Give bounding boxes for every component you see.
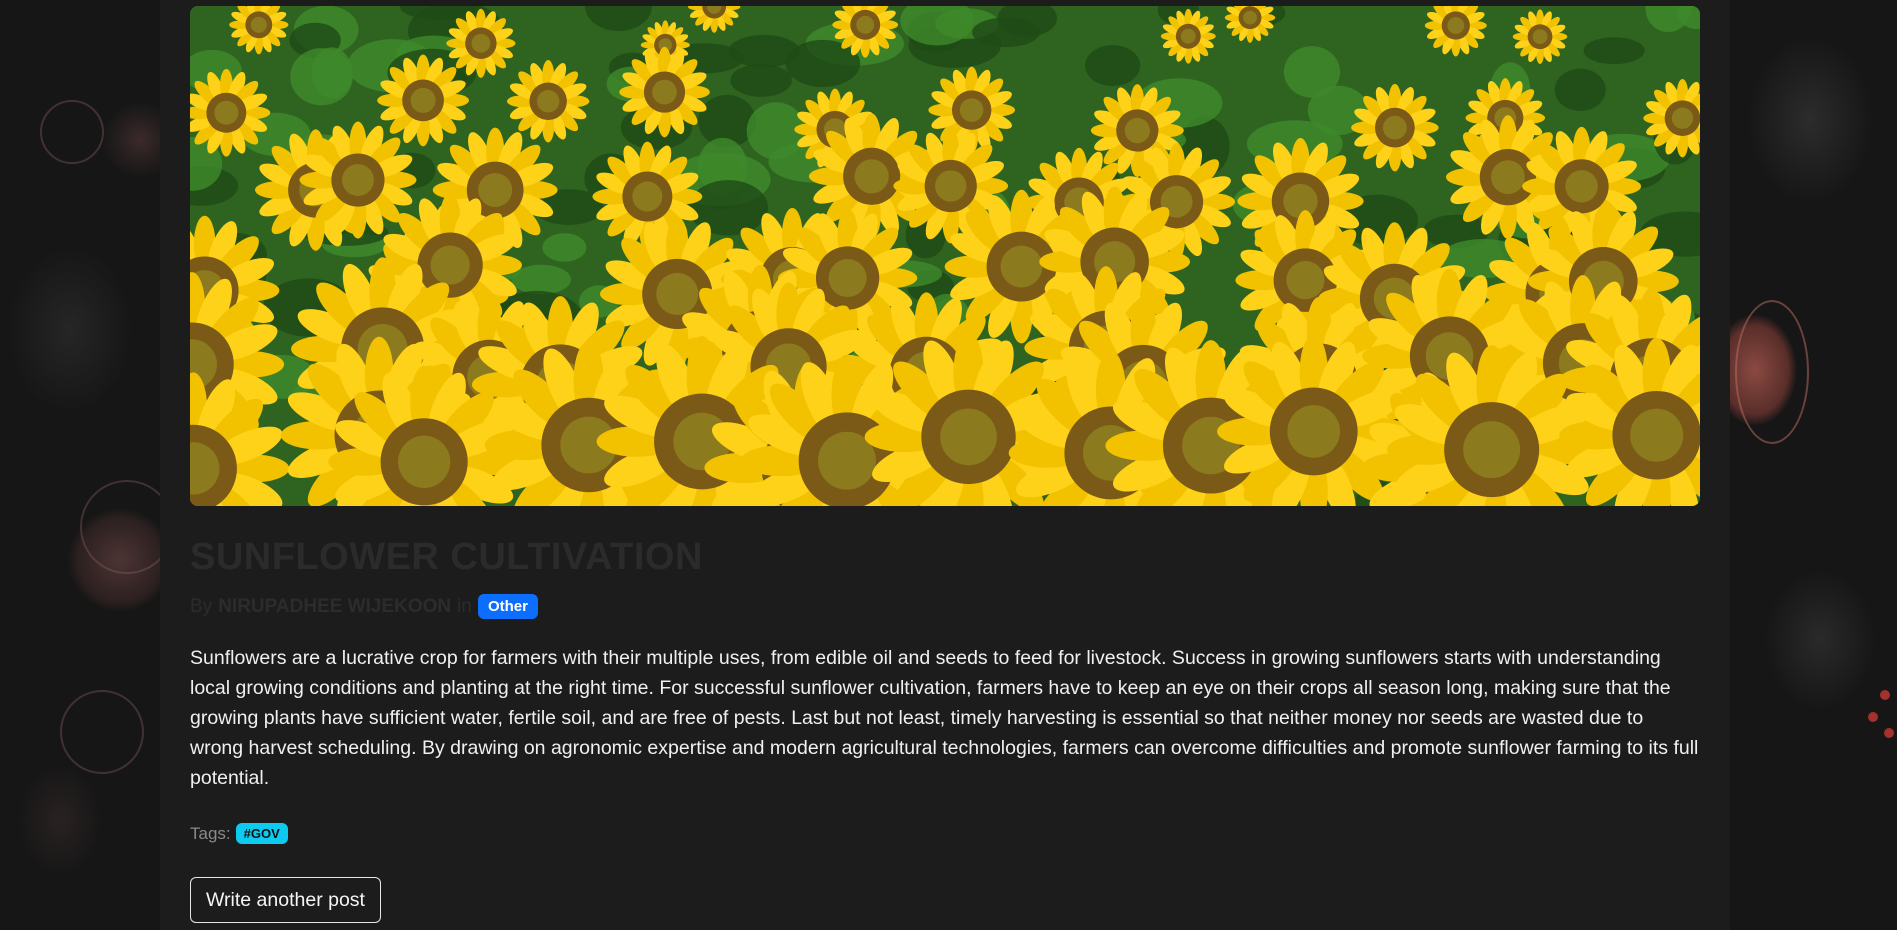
category-badge[interactable]: Other [477, 594, 538, 619]
post-hero-image [190, 6, 1700, 506]
sunflower-icon [506, 60, 590, 143]
write-another-post-button[interactable]: Write another post [190, 877, 381, 923]
byline-in: in [457, 595, 472, 617]
sunflower-icon [1512, 9, 1568, 64]
sunflower-icon [1160, 8, 1216, 64]
decorative-flower-icon [60, 690, 144, 774]
tag-badge[interactable]: #GOV [235, 823, 288, 844]
post-byline: By NIRUPADHEE WIJEKOON in Other [190, 594, 538, 619]
decorative-flower-icon [40, 100, 104, 164]
sunflower-icon [1351, 83, 1439, 172]
tags-label: Tags: [190, 823, 231, 843]
author-name[interactable]: NIRUPADHEE WIJEKOON [218, 596, 451, 618]
decorative-flower-icon [1735, 300, 1809, 444]
sunflower-icon [446, 8, 516, 78]
decorative-berry-icon [1884, 728, 1894, 738]
post-title: SUNFLOWER CULTIVATION [190, 536, 703, 578]
post-tags: Tags: #GOV [190, 823, 288, 844]
decorative-berry-icon [1880, 690, 1890, 700]
byline-prefix: By [190, 595, 213, 617]
decorative-berry-icon [1868, 712, 1878, 722]
sunflower-field-image [190, 6, 1700, 506]
post-body: Sunflowers are a lucrative crop for farm… [190, 647, 1699, 789]
sunflower-icon [619, 46, 710, 138]
sunflower-icon [377, 54, 470, 147]
